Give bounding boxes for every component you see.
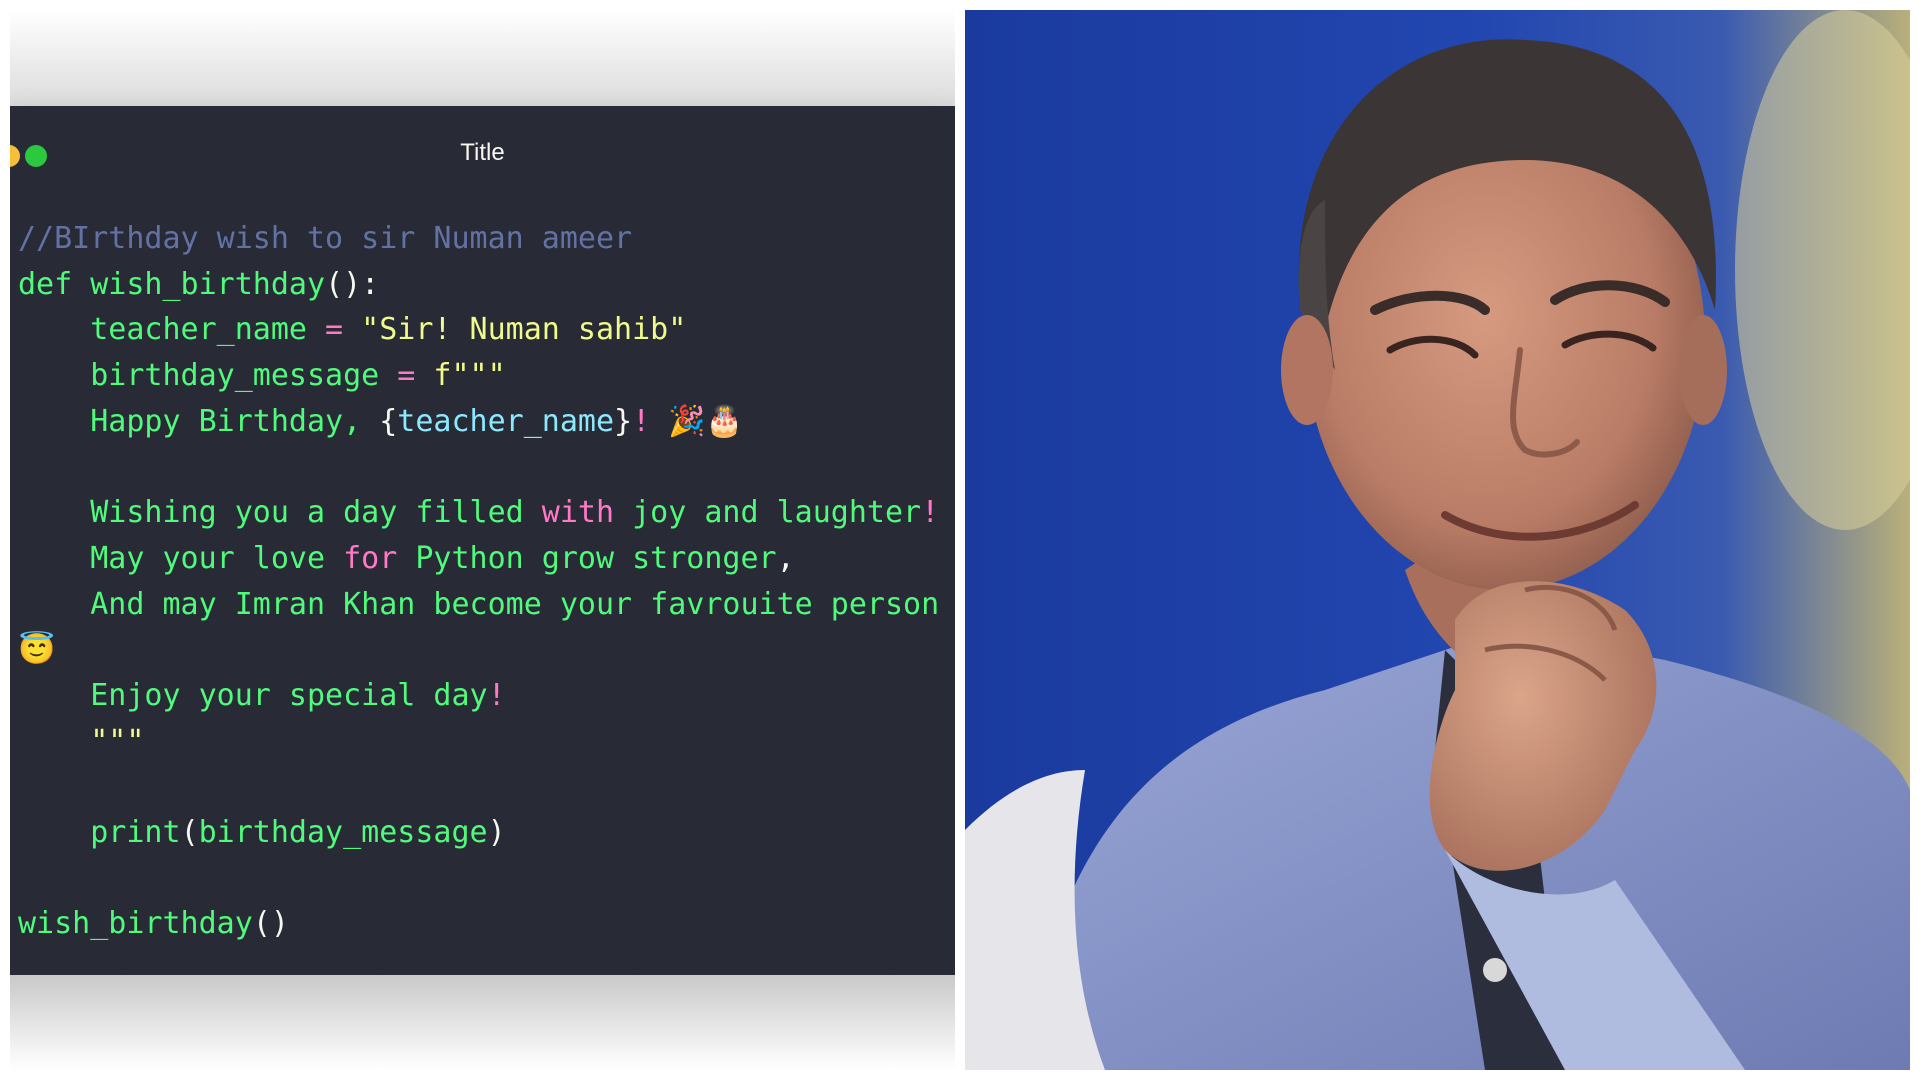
code-token: { xyxy=(379,403,398,439)
code-token: laughter xyxy=(758,495,922,531)
code-line: May your love for Python grow stronger, xyxy=(18,536,955,582)
code-block: //BIrthday wish to sir Numan ameer def wi… xyxy=(18,216,955,947)
code-token: """ xyxy=(18,723,145,759)
code-token: and xyxy=(704,495,759,531)
code-line: And may Imran Khan become your favrouite… xyxy=(18,582,955,628)
code-token: Happy Birthday, xyxy=(18,403,380,439)
code-token: f""" xyxy=(433,358,506,394)
code-token: And may Imran Khan become your favrouite… xyxy=(18,586,940,622)
code-token: Python grow stronger xyxy=(397,540,777,576)
window-title: Title xyxy=(460,139,505,166)
code-token: wish_birthday xyxy=(18,906,253,942)
code-token: ! xyxy=(487,677,506,713)
window-title-bar: Title xyxy=(10,106,955,176)
code-line: print(birthday_message) xyxy=(18,810,955,856)
code-token: = xyxy=(325,312,362,348)
code-line: Happy Birthday, {teacher_name}! 🎉🎂 xyxy=(18,399,955,445)
portrait-photo xyxy=(965,10,1910,1070)
code-token: for xyxy=(343,540,398,576)
code-token: 🎉🎂 xyxy=(668,403,743,439)
code-token: ! xyxy=(632,403,669,439)
code-token: teacher_name xyxy=(18,312,326,348)
code-editor-window: Title //BIrthday wish to sir Numan ameer… xyxy=(10,106,955,978)
code-token: } xyxy=(614,403,633,439)
code-token: Wishing you a day filled xyxy=(18,495,542,531)
code-line: Enjoy your special day! xyxy=(18,673,955,719)
code-token: //BIrthday wish to sir Numan ameer xyxy=(18,221,633,256)
portrait-illustration xyxy=(965,10,1910,1070)
code-token: ) xyxy=(487,814,506,850)
code-line: Wishing you a day filled with joy and la… xyxy=(18,490,955,536)
code-token: , xyxy=(776,540,795,576)
code-token: birthday_message xyxy=(198,814,488,850)
code-token: = xyxy=(397,358,434,394)
code-line: """ xyxy=(18,719,955,765)
code-token: (): xyxy=(325,266,380,302)
code-line: wish_birthday() xyxy=(18,901,955,947)
code-token: () xyxy=(252,906,289,942)
code-screenshot-panel: Title //BIrthday wish to sir Numan ameer… xyxy=(10,10,955,1070)
code-line: 😇 xyxy=(18,627,955,673)
code-token: with xyxy=(541,495,615,531)
code-token: wish_birthday xyxy=(90,266,326,302)
code-line: //BIrthday wish to sir Numan ameer xyxy=(18,216,955,262)
code-token: joy xyxy=(614,495,705,531)
code-token: May your love xyxy=(18,540,344,576)
code-line: teacher_name = "Sir! Numan sahib" xyxy=(18,307,955,353)
code-token: "Sir! Numan sahib" xyxy=(361,312,687,348)
code-line: def wish_birthday(): xyxy=(18,262,955,308)
code-token: print xyxy=(18,814,181,850)
code-token: teacher_name xyxy=(397,403,615,439)
code-token: 😇 xyxy=(18,632,56,668)
code-token: ! xyxy=(921,495,940,531)
code-line: birthday_message = f""" xyxy=(18,353,955,399)
code-token: birthday_message xyxy=(18,358,398,394)
bottom-shadow-area xyxy=(10,975,955,1070)
code-token: def xyxy=(18,266,91,302)
code-token: ( xyxy=(180,814,199,850)
code-token: Enjoy your special day xyxy=(18,677,488,713)
